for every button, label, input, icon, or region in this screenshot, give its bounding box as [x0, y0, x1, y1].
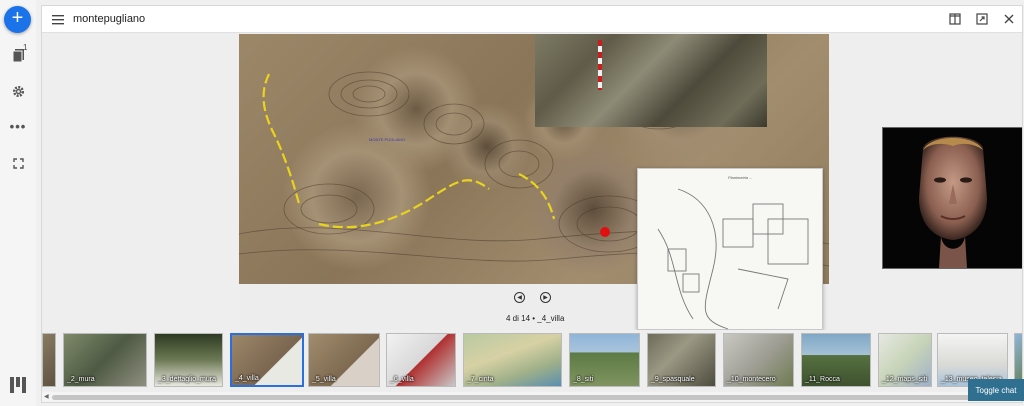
- chevron-right-icon: ▶: [543, 295, 548, 301]
- measuring-pole: [598, 40, 602, 90]
- thumbnail[interactable]: _6_villa: [386, 333, 456, 387]
- split-view-icon[interactable]: [947, 11, 963, 27]
- wall-photo-inset: [535, 34, 767, 127]
- thumbnail-label: _10_montecero: [727, 376, 776, 383]
- next-image-button[interactable]: ▶: [540, 292, 551, 303]
- expand-icon[interactable]: [974, 11, 990, 27]
- thumbnail-strip: _2_mura _3_dettaglio_mura _4_villa _5_villa…: [42, 330, 1022, 392]
- thumbnail[interactable]: _7_cinta: [463, 333, 562, 387]
- thumbnail-label: _3_dettaglio_mura: [158, 376, 216, 383]
- toggle-chat-button[interactable]: Toggle chat: [968, 379, 1024, 401]
- face-drawing: [919, 136, 987, 268]
- left-rail: + 1 •••: [0, 0, 36, 406]
- horizontal-scrollbar[interactable]: ◀ ▶: [42, 392, 1022, 402]
- thumbnail[interactable]: [42, 333, 56, 387]
- thumbnail[interactable]: _10_montecero: [723, 333, 794, 387]
- app-root: + 1 ••• montepugliano MONTE PUGLIANO Pla…: [0, 0, 1024, 406]
- reconstructed-face-portrait[interactable]: [882, 127, 1022, 269]
- thumbnail[interactable]: _3_dettaglio_mura: [154, 333, 223, 387]
- thumbnail-label: _6_villa: [390, 376, 414, 383]
- more-icon[interactable]: •••: [9, 118, 27, 136]
- site-plan-drawing[interactable]: Planimetria ...: [637, 168, 823, 330]
- thumbnail-label: _8_siti: [573, 376, 594, 383]
- menu-icon[interactable]: [52, 13, 66, 25]
- thumbnail-label: _7_cinta: [467, 376, 494, 383]
- thumbnail-label: _12_maps_siti: [882, 376, 928, 383]
- location-marker: [600, 227, 610, 237]
- thumbnail[interactable]: _5_villa: [308, 333, 380, 387]
- thumbnail[interactable]: _11_Rocca: [801, 333, 871, 387]
- thumbnail-label: _9_spasquale: [651, 376, 695, 383]
- thumbnail-label: _4_villa: [235, 375, 259, 382]
- map-place-label: MONTE PUGLIANO: [369, 137, 406, 142]
- thumbnail[interactable]: _8_siti: [569, 333, 640, 387]
- thumbnail[interactable]: _4_villa: [230, 333, 304, 387]
- scroll-left-icon[interactable]: ◀: [44, 393, 49, 400]
- panel-header: montepugliano: [42, 6, 1022, 33]
- bookmarks-badge: 1: [23, 43, 28, 52]
- page-title: montepugliano: [73, 13, 146, 25]
- add-button[interactable]: +: [4, 6, 31, 33]
- plan-lines: [657, 188, 809, 330]
- logo-icon: [8, 375, 28, 395]
- scrollbar-thumb[interactable]: [52, 395, 977, 400]
- more-label: •••: [9, 119, 27, 134]
- image-stage: MONTE PUGLIANO Planimetria ... ◀ ▶ 4 di …: [42, 34, 1022, 330]
- image-counter: 4 di 14 • _4_villa: [506, 314, 565, 323]
- fullscreen-icon[interactable]: [9, 154, 27, 172]
- thumbnail-label: _11_Rocca: [805, 376, 840, 383]
- thumbnail[interactable]: _9_spasquale: [647, 333, 716, 387]
- viewer-panel: montepugliano MONTE PUGLIANO Planimetria…: [41, 5, 1023, 403]
- close-icon[interactable]: [1001, 11, 1017, 27]
- prev-image-button[interactable]: ◀: [514, 292, 525, 303]
- chevron-left-icon: ◀: [517, 295, 522, 301]
- thumbnail-label: _5_villa: [312, 376, 336, 383]
- thumbnail-label: _2_mura: [67, 376, 95, 383]
- thumbnail[interactable]: _2_mura: [63, 333, 147, 387]
- thumbnail[interactable]: _12_maps_siti: [878, 333, 932, 387]
- gear-icon[interactable]: [9, 82, 27, 100]
